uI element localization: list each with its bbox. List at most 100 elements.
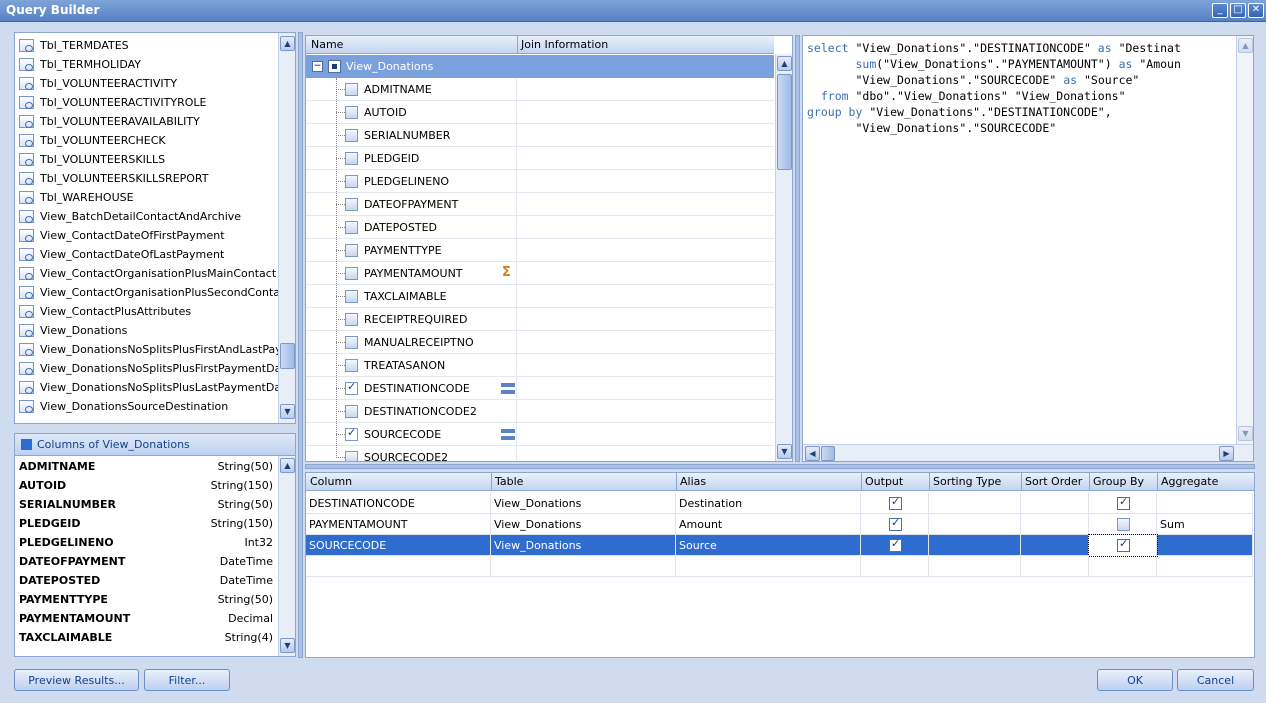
field-checkbox[interactable] <box>345 198 358 211</box>
tree-field-row[interactable]: PLEDGELINENO <box>306 170 774 193</box>
table-list-item[interactable]: View_ContactOrganisationPlusMainContact <box>19 264 276 283</box>
grid-cell-output[interactable] <box>861 556 929 577</box>
grid-row[interactable] <box>306 556 1253 577</box>
field-checkbox[interactable] <box>345 290 358 303</box>
tree-field-row[interactable]: TREATASANON <box>306 354 774 377</box>
field-checkbox[interactable] <box>345 129 358 142</box>
tree-field-row[interactable]: PLEDGEID <box>306 147 774 170</box>
grid-cell-sorting[interactable] <box>929 493 1021 514</box>
grid-cell-group[interactable] <box>1088 534 1158 557</box>
grid-header-column[interactable]: Column <box>310 475 352 488</box>
table-list-item[interactable]: View_DonationsNoSplitsPlusFirstAndLastPa… <box>19 340 295 359</box>
grid-cell-order[interactable] <box>1021 514 1089 535</box>
grid-cell-order[interactable] <box>1021 556 1089 577</box>
grid-header-sort-order[interactable]: Sort Order <box>1025 475 1082 488</box>
table-list-item[interactable]: Tbl_VOLUNTEERCHECK <box>19 131 166 150</box>
tree-field-row[interactable]: PAYMENTTYPE <box>306 239 774 262</box>
grid-cell-column[interactable]: PAYMENTAMOUNT <box>306 514 491 535</box>
grid-cell-alias[interactable]: Destination <box>676 493 861 514</box>
scroll-down-button[interactable]: ▼ <box>1238 426 1253 441</box>
table-list-item[interactable]: View_BatchDetailContactAndArchive <box>19 207 241 226</box>
expand-icon[interactable] <box>21 439 32 450</box>
grid-cell-output[interactable] <box>861 535 929 556</box>
tree-root-row[interactable]: − View_Donations <box>306 55 774 78</box>
scroll-right-button[interactable]: ▶ <box>1219 446 1234 461</box>
grid-row[interactable]: SOURCECODE View_Donations Source <box>306 534 1253 557</box>
scroll-up-button[interactable]: ▲ <box>1238 38 1253 53</box>
table-list-item[interactable]: Tbl_TERMDATES <box>19 36 129 55</box>
grid-header-aggregate[interactable]: Aggregate <box>1161 475 1218 488</box>
grid-cell-column[interactable]: SOURCECODE <box>306 535 491 556</box>
sql-editor-panel[interactable]: select "View_Donations"."DESTINATIONCODE… <box>802 35 1254 462</box>
table-list-item[interactable]: View_DonationsNoSplitsPlusFirstPaymentDa… <box>19 359 292 378</box>
grid-cell-output[interactable] <box>861 514 929 535</box>
tree-field-row[interactable]: ADMITNAME <box>306 78 774 101</box>
table-list-item[interactable]: Tbl_VOLUNTEERSKILLS <box>19 150 165 169</box>
grid-cell-aggregate[interactable]: Sum <box>1157 514 1253 535</box>
grid-cell-output[interactable] <box>861 493 929 514</box>
field-checkbox[interactable] <box>345 313 358 326</box>
table-list-item[interactable]: Tbl_VOLUNTEERAVAILABILITY <box>19 112 200 131</box>
column-row[interactable]: PLEDGEID String(150) <box>19 514 273 533</box>
grid-cell-table[interactable] <box>491 556 676 577</box>
output-checkbox[interactable] <box>889 516 902 531</box>
field-checkbox[interactable] <box>345 336 358 349</box>
middle-splitter[interactable] <box>795 35 800 462</box>
table-list-item[interactable]: View_ContactDateOfLastPayment <box>19 245 224 264</box>
scroll-down-button[interactable]: ▼ <box>280 404 295 419</box>
scroll-up-button[interactable]: ▲ <box>777 56 792 71</box>
minimize-button[interactable]: _ <box>1212 3 1228 18</box>
field-checkbox[interactable] <box>345 451 358 461</box>
grid-header-alias[interactable]: Alias <box>680 475 706 488</box>
grid-header-group-by[interactable]: Group By <box>1093 475 1144 488</box>
scroll-left-button[interactable]: ◀ <box>805 446 820 461</box>
field-checkbox[interactable] <box>345 267 358 280</box>
grid-row[interactable]: DESTINATIONCODE View_Donations Destination <box>306 493 1253 514</box>
grid-cell-table[interactable]: View_Donations <box>491 493 676 514</box>
grid-cell-table[interactable]: View_Donations <box>491 535 676 556</box>
table-list-item[interactable]: View_ContactDateOfFirstPayment <box>19 226 225 245</box>
tree-field-row[interactable]: MANUALRECEIPTNO <box>306 331 774 354</box>
table-list-item[interactable]: View_DonationsNoSplitsPlusLastPaymentDat… <box>19 378 292 397</box>
grid-cell-alias[interactable]: Source <box>676 535 861 556</box>
grid-cell-alias[interactable] <box>676 556 861 577</box>
grid-cell-alias[interactable]: Amount <box>676 514 861 535</box>
name-column-header[interactable]: Name <box>311 38 343 51</box>
grid-header-output[interactable]: Output <box>865 475 903 488</box>
field-checkbox[interactable] <box>345 83 358 96</box>
field-checkbox[interactable] <box>345 221 358 234</box>
field-checkbox[interactable] <box>345 405 358 418</box>
column-row[interactable]: SERIALNUMBER String(50) <box>19 495 273 514</box>
sql-horizontal-scrollbar[interactable]: ◀ ▶ <box>803 444 1253 461</box>
column-row[interactable]: PAYMENTTYPE String(50) <box>19 590 273 609</box>
column-row[interactable]: AUTOID String(150) <box>19 476 273 495</box>
grid-cell-order[interactable] <box>1021 535 1089 556</box>
horizontal-splitter[interactable] <box>305 464 1255 469</box>
tree-field-row[interactable]: SOURCECODE2 <box>306 446 774 461</box>
group-checkbox[interactable] <box>1117 537 1130 552</box>
preview-results-button[interactable]: Preview Results... <box>14 669 139 691</box>
tree-field-row[interactable]: AUTOID <box>306 101 774 124</box>
column-row[interactable]: ADMITNAME String(50) <box>19 457 273 476</box>
grid-cell-aggregate[interactable] <box>1157 493 1253 514</box>
column-row[interactable]: DATEOFPAYMENT DateTime <box>19 552 273 571</box>
field-checkbox[interactable] <box>345 175 358 188</box>
field-checkbox[interactable] <box>345 244 358 257</box>
table-list-item[interactable]: Tbl_VOLUNTEERSKILLSREPORT <box>19 169 209 188</box>
table-list-item[interactable]: Tbl_WAREHOUSE <box>19 188 134 207</box>
field-checkbox[interactable] <box>345 426 358 441</box>
field-checkbox[interactable] <box>345 359 358 372</box>
table-list-item[interactable]: Tbl_VOLUNTEERACTIVITY <box>19 74 177 93</box>
table-list-item[interactable]: View_DonationsSourceDestination <box>19 397 228 416</box>
table-list-item[interactable]: View_ContactPlusAttributes <box>19 302 191 321</box>
grid-cell-group[interactable] <box>1089 514 1157 535</box>
left-splitter[interactable] <box>298 32 303 658</box>
field-checkbox[interactable] <box>345 152 358 165</box>
tree-field-row[interactable]: PAYMENTAMOUNT Σ <box>306 262 774 285</box>
grid-cell-aggregate[interactable] <box>1157 535 1253 556</box>
tree-field-row[interactable]: RECEIPTREQUIRED <box>306 308 774 331</box>
column-row[interactable]: PAYMENTAMOUNT Decimal <box>19 609 273 628</box>
tree-field-row[interactable]: DATEPOSTED <box>306 216 774 239</box>
column-row[interactable]: DATEPOSTED DateTime <box>19 571 273 590</box>
grid-cell-table[interactable]: View_Donations <box>491 514 676 535</box>
